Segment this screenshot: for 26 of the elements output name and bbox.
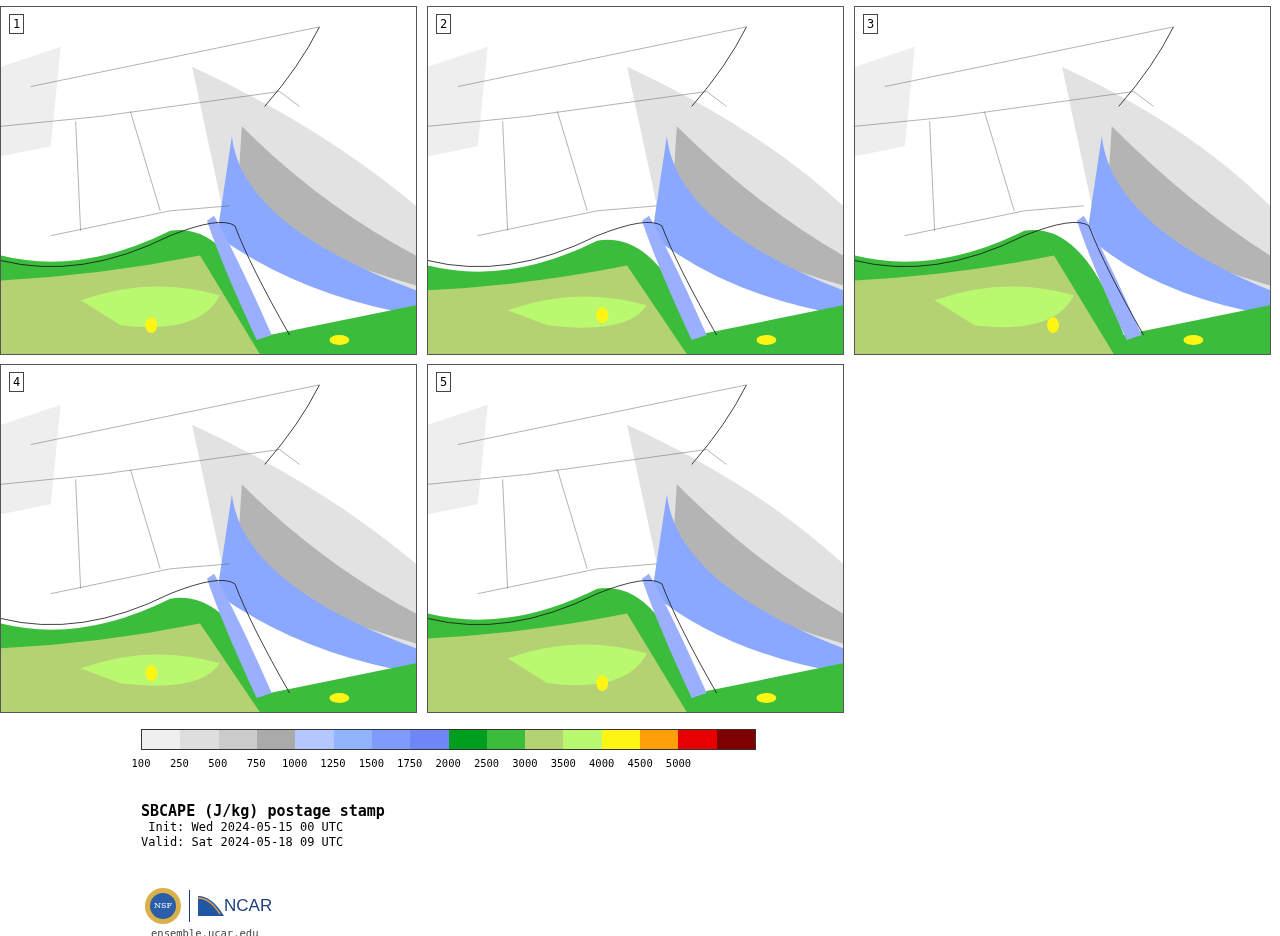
panel-number: 5 — [436, 372, 452, 392]
tick-label: 2500 — [472, 756, 501, 771]
panel-number: 3 — [863, 14, 879, 34]
tick-label: 4000 — [588, 756, 616, 771]
tick-label: 1750 — [396, 756, 424, 771]
tick-label: 1000 — [280, 756, 309, 771]
tick-label: 1500 — [357, 756, 385, 771]
tick-label: 2000 — [434, 756, 462, 771]
tick-label: 250 — [168, 756, 190, 771]
tick-label: 750 — [245, 756, 267, 771]
valid-time: Valid: Sat 2024-05-18 09 UTC — [141, 834, 345, 850]
tick-label: 3500 — [549, 756, 577, 771]
seal-logo: NSF — [145, 887, 181, 924]
wordmark-logo: NCAR — [198, 893, 273, 919]
tick-label: 1250 — [319, 756, 347, 771]
tick-label: 5000 — [664, 756, 693, 771]
init-time: Init: Wed 2024-05-15 00 UTC — [147, 819, 345, 835]
panel-number: 4 — [9, 372, 25, 392]
tick-label: 4500 — [626, 756, 654, 771]
panel-number: 2 — [436, 14, 452, 34]
site-address: ensemble.ucar.edu — [151, 925, 260, 936]
tick-label: 3000 — [511, 756, 539, 771]
tick-label: 500 — [207, 756, 229, 771]
plot-title: SBCAPE (J/kg) postage stamp — [141, 801, 386, 820]
panel-number: 1 — [9, 14, 25, 34]
tick-label: 100 — [130, 756, 152, 771]
